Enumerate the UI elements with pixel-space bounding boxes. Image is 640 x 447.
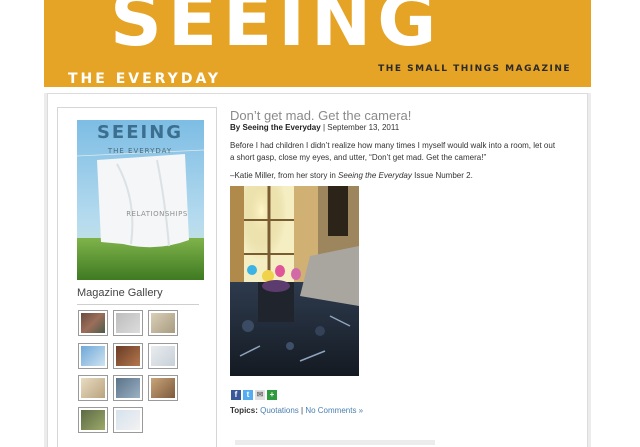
cover-artwork: SEEING THE EVERYDAY RELATIONSHIPS (77, 120, 204, 280)
gallery-thumbnail[interactable] (78, 375, 108, 401)
cover-subtitle: THE EVERYDAY (107, 147, 172, 155)
next-post-preview (235, 440, 435, 445)
gallery-thumbnail[interactable] (78, 310, 108, 336)
left-margin (0, 0, 44, 447)
cover-theme: RELATIONSHIPS (126, 210, 188, 218)
share-icon[interactable]: + (267, 390, 277, 400)
gallery-thumbnail[interactable] (113, 375, 143, 401)
facebook-icon[interactable]: f (231, 390, 241, 400)
site-tagline: THE SMALL THINGS MAGAZINE (378, 64, 571, 74)
right-margin (591, 0, 640, 447)
post-attribution: –Katie Miller, from her story in Seeing … (230, 170, 560, 182)
site-logo-subtitle: THE EVERYDAY (68, 71, 222, 87)
site-banner[interactable]: SEEING THE EVERYDAY THE SMALL THINGS MAG… (44, 0, 591, 87)
gallery-thumbnail[interactable] (148, 310, 178, 336)
post-photo[interactable] (230, 186, 359, 376)
post-title[interactable]: Don’t get mad. Get the camera! (230, 108, 411, 123)
post-topics: Topics: Quotations | No Comments » (230, 406, 363, 415)
twitter-icon[interactable]: t (243, 390, 253, 400)
gallery-thumbnail[interactable] (78, 343, 108, 369)
magazine-cover-image[interactable]: SEEING THE EVERYDAY RELATIONSHIPS (77, 120, 204, 280)
attribution-prefix: –Katie Miller, from her story in (230, 171, 339, 180)
post-photo-artwork (230, 186, 359, 376)
post-body: Before I had children I didn’t realize h… (230, 140, 560, 188)
cover-title: SEEING (97, 122, 183, 143)
share-buttons: f t ✉ + (231, 390, 279, 400)
gallery-thumbnail[interactable] (113, 310, 143, 336)
post-paragraph: Before I had children I didn’t realize h… (230, 141, 556, 162)
gallery-thumbnail[interactable] (148, 375, 178, 401)
gallery-heading: Magazine Gallery (77, 287, 163, 299)
gallery-thumbnail[interactable] (78, 407, 108, 433)
site-logo-title[interactable]: SEEING (110, 0, 442, 56)
email-icon[interactable]: ✉ (255, 390, 265, 400)
topic-link-quotations[interactable]: Quotations (260, 406, 299, 415)
topics-label: Topics: (230, 406, 258, 415)
attribution-suffix: Issue Number 2. (411, 171, 473, 180)
comments-link[interactable]: No Comments » (305, 406, 363, 415)
gallery-thumbnail[interactable] (113, 343, 143, 369)
byline-date: September 13, 2011 (327, 123, 400, 132)
gallery-thumbnail[interactable] (148, 343, 178, 369)
gallery-thumbnail[interactable] (113, 407, 143, 433)
post-byline: By Seeing the Everyday | September 13, 2… (230, 123, 399, 132)
attribution-magazine: Seeing the Everyday (338, 171, 412, 180)
byline-author: By Seeing the Everyday (230, 123, 321, 132)
gallery-divider (77, 304, 199, 305)
